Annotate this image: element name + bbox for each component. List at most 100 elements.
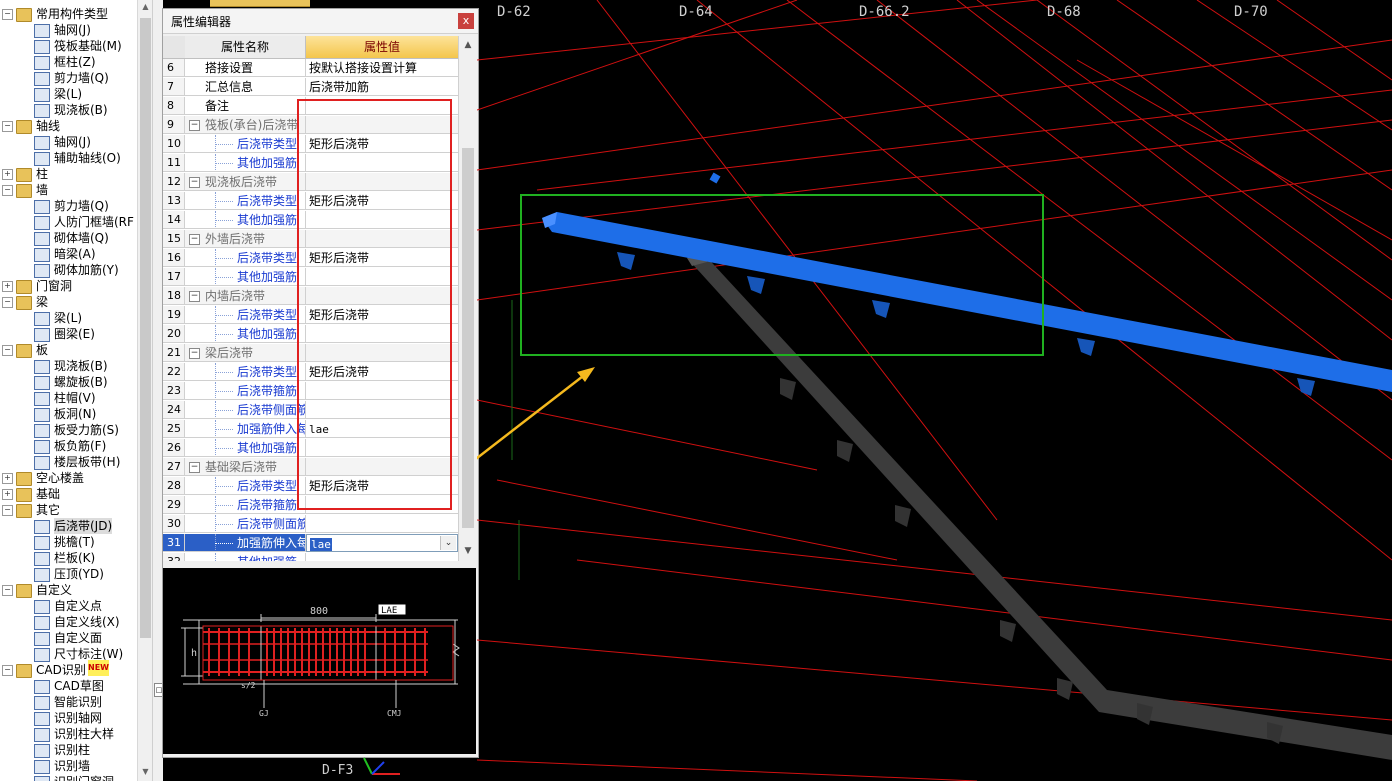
- property-value[interactable]: [306, 154, 458, 172]
- cad-viewport[interactable]: D-62 D-64 D-66.2 D-68 D-70: [477, 0, 1392, 781]
- property-row[interactable]: 24 后浇带侧面筋: [163, 401, 458, 420]
- property-row[interactable]: 17 其他加强筋: [163, 268, 458, 287]
- scroll-up-icon[interactable]: ▲: [461, 38, 475, 52]
- property-row[interactable]: 30 后浇带侧面筋: [163, 515, 458, 534]
- property-value[interactable]: [306, 211, 458, 229]
- expand-icon[interactable]: +: [2, 169, 13, 180]
- property-row[interactable]: 9− 筏板(承台)后浇带: [163, 116, 458, 135]
- property-row[interactable]: 7 汇总信息 后浇带加筋: [163, 78, 458, 97]
- property-row[interactable]: 28 后浇带类型 矩形后浇带: [163, 477, 458, 496]
- property-value[interactable]: [306, 97, 458, 115]
- collapse-icon[interactable]: −: [189, 291, 200, 302]
- property-value[interactable]: [306, 173, 458, 191]
- collapse-icon[interactable]: −: [2, 9, 13, 20]
- collapse-icon[interactable]: −: [189, 234, 200, 245]
- scroll-down-icon[interactable]: ▼: [140, 767, 151, 779]
- property-value[interactable]: [306, 230, 458, 248]
- property-value[interactable]: [306, 382, 458, 400]
- collapse-icon[interactable]: −: [2, 345, 13, 356]
- expand-icon[interactable]: +: [2, 281, 13, 292]
- collapse-icon[interactable]: −: [189, 462, 200, 473]
- property-row[interactable]: 14 其他加强筋: [163, 211, 458, 230]
- s-label: s/2: [241, 681, 256, 690]
- property-name: 后浇带类型: [185, 192, 306, 210]
- tree-label: 砌体墙(Q): [54, 231, 109, 245]
- collapse-icon[interactable]: −: [189, 120, 200, 131]
- collapse-icon[interactable]: −: [2, 121, 13, 132]
- header-value[interactable]: 属性值: [306, 36, 458, 59]
- property-row[interactable]: 11 其他加强筋: [163, 154, 458, 173]
- grey-bracket: [780, 378, 796, 400]
- collapse-icon[interactable]: −: [2, 297, 13, 308]
- property-value[interactable]: [306, 401, 458, 419]
- property-row[interactable]: 26 其他加强筋: [163, 439, 458, 458]
- property-row[interactable]: 10 后浇带类型 矩形后浇带: [163, 135, 458, 154]
- property-value[interactable]: [306, 268, 458, 286]
- property-value[interactable]: 矩形后浇带: [306, 135, 458, 153]
- property-value[interactable]: [306, 344, 458, 362]
- expand-icon[interactable]: +: [2, 489, 13, 500]
- property-row[interactable]: 15− 外墙后浇带: [163, 230, 458, 249]
- header-name[interactable]: 属性名称: [185, 36, 306, 59]
- property-value[interactable]: [306, 553, 458, 561]
- property-row[interactable]: 20 其他加强筋: [163, 325, 458, 344]
- collapse-icon[interactable]: −: [189, 348, 200, 359]
- property-value[interactable]: [306, 515, 458, 533]
- grid-scroll-thumb[interactable]: [462, 148, 474, 528]
- tree-label: 门窗洞: [36, 279, 73, 293]
- collapse-icon[interactable]: −: [189, 177, 200, 188]
- property-row[interactable]: 6 搭接设置 按默认搭接设置计算: [163, 59, 458, 78]
- property-value[interactable]: 矩形后浇带: [306, 477, 458, 495]
- property-name-text: 后浇带类型: [237, 194, 298, 208]
- collapse-icon[interactable]: −: [2, 505, 13, 516]
- property-value[interactable]: [306, 287, 458, 305]
- property-row[interactable]: 25 加强筋伸入每侧 lae: [163, 420, 458, 439]
- grid-scrollbar[interactable]: ▲ ▼: [458, 36, 477, 561]
- property-value[interactable]: [306, 439, 458, 457]
- property-name-text: 后浇带箍筋: [237, 384, 298, 398]
- property-name: − 基础梁后浇带: [185, 458, 306, 476]
- close-button[interactable]: x: [458, 13, 474, 29]
- scroll-down-icon[interactable]: ▼: [461, 544, 475, 558]
- property-value[interactable]: [306, 458, 458, 476]
- property-value[interactable]: lae ⌄: [306, 534, 458, 552]
- tree-label: 框柱(Z): [54, 55, 96, 69]
- property-value[interactable]: lae: [306, 420, 458, 438]
- axis-label: D-66.2: [859, 4, 910, 20]
- property-value[interactable]: [306, 325, 458, 343]
- tree-label: 轴线: [36, 119, 61, 133]
- property-value[interactable]: [306, 116, 458, 134]
- property-value[interactable]: 矩形后浇带: [306, 306, 458, 324]
- dropdown-icon[interactable]: ⌄: [440, 536, 456, 550]
- cad-line: [477, 639, 1392, 721]
- editor-title-bar[interactable]: 属性编辑器 x: [163, 9, 478, 34]
- property-row[interactable]: 29 后浇带箍筋: [163, 496, 458, 515]
- collapse-icon[interactable]: −: [2, 585, 13, 596]
- folder-icon: [16, 472, 32, 486]
- property-row[interactable]: 21− 梁后浇带: [163, 344, 458, 363]
- property-row[interactable]: 8 备注: [163, 97, 458, 116]
- expand-icon[interactable]: +: [2, 473, 13, 484]
- property-value[interactable]: 矩形后浇带: [306, 363, 458, 381]
- property-value[interactable]: 按默认搭接设置计算: [306, 59, 458, 77]
- property-row[interactable]: 18− 内墙后浇带: [163, 287, 458, 306]
- tree-scroll-thumb[interactable]: [140, 18, 151, 638]
- property-row[interactable]: 19 后浇带类型 矩形后浇带: [163, 306, 458, 325]
- collapse-icon[interactable]: −: [2, 185, 13, 196]
- property-row[interactable]: 13 后浇带类型 矩形后浇带: [163, 192, 458, 211]
- property-row[interactable]: 27− 基础梁后浇带: [163, 458, 458, 477]
- component-icon: [34, 568, 50, 582]
- scroll-up-icon[interactable]: ▲: [140, 2, 151, 14]
- property-row[interactable]: 16 后浇带类型 矩形后浇带: [163, 249, 458, 268]
- property-value[interactable]: 矩形后浇带: [306, 192, 458, 210]
- tree-scrollbar[interactable]: ▲ ▼: [137, 0, 153, 781]
- collapse-icon[interactable]: −: [2, 665, 13, 676]
- property-row[interactable]: 32 其他加强筋: [163, 553, 458, 561]
- property-value[interactable]: [306, 496, 458, 514]
- property-row[interactable]: 12− 现浇板后浇带: [163, 173, 458, 192]
- property-value[interactable]: 矩形后浇带: [306, 249, 458, 267]
- property-row[interactable]: 22 后浇带类型 矩形后浇带: [163, 363, 458, 382]
- property-row[interactable]: 23 后浇带箍筋: [163, 382, 458, 401]
- property-row[interactable]: 31 加强筋伸入每侧 lae ⌄: [163, 534, 458, 553]
- property-value[interactable]: 后浇带加筋: [306, 78, 458, 96]
